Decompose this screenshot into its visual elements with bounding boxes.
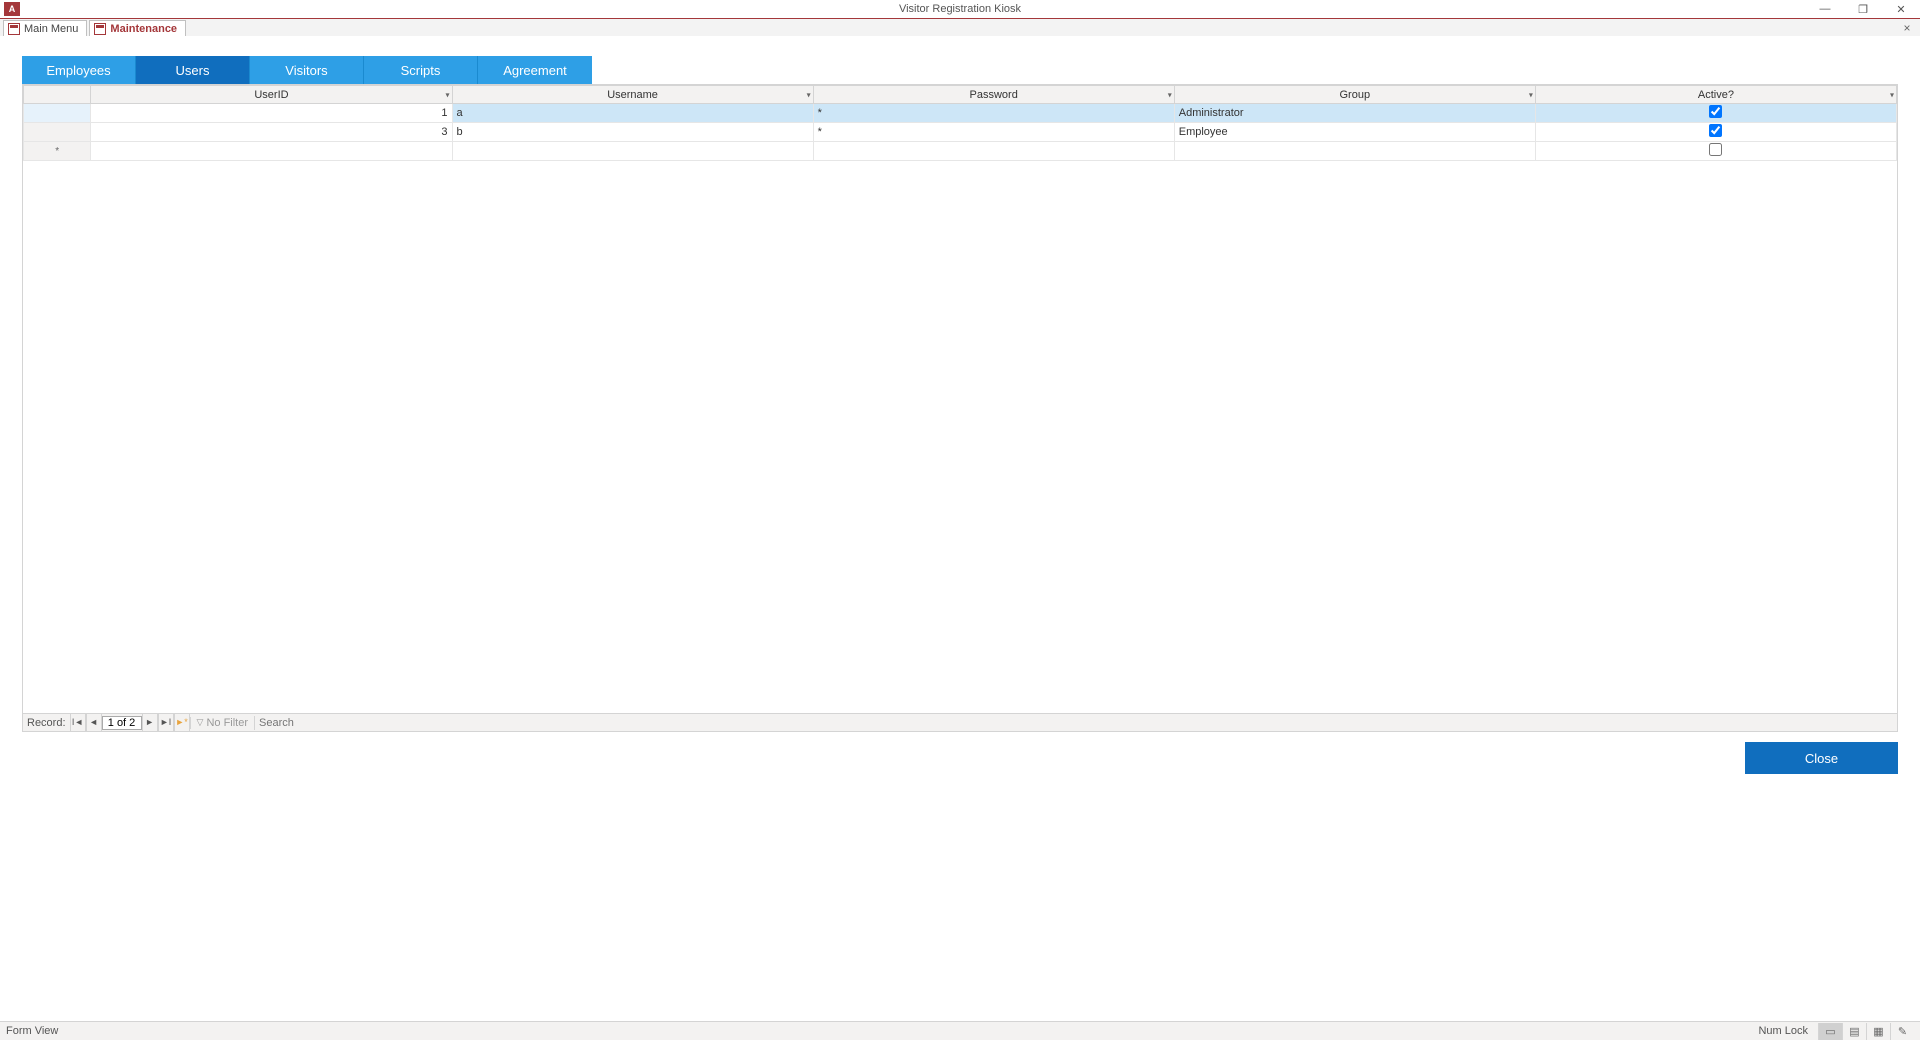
table-row[interactable]: 1 a * Administrator xyxy=(24,104,1897,123)
doc-tab-maintenance[interactable]: Maintenance xyxy=(89,20,186,36)
nav-next-button[interactable]: ► xyxy=(142,714,158,731)
cell-group[interactable]: Employee xyxy=(1174,123,1535,142)
record-position-input[interactable] xyxy=(102,716,142,730)
title-bar: A Visitor Registration Kiosk — ❐ ✕ xyxy=(0,0,1920,18)
chevron-down-icon[interactable]: ▾ xyxy=(446,90,450,99)
doc-tab-main-menu[interactable]: Main Menu xyxy=(3,20,87,36)
funnel-icon: ▽ xyxy=(197,717,204,728)
cell-userid[interactable]: 3 xyxy=(91,123,452,142)
cell-active[interactable] xyxy=(1535,123,1896,142)
form-icon xyxy=(8,23,20,35)
record-navigator: Record: I◄ ◄ ► ►I ►* ▽No Filter xyxy=(23,713,1897,731)
users-subform: UserID▾ Username▾ Password▾ Group▾ Activ… xyxy=(22,84,1898,732)
col-header-username[interactable]: Username▾ xyxy=(452,86,813,104)
maximize-button[interactable]: ❐ xyxy=(1844,0,1882,18)
cell-username[interactable]: a xyxy=(452,104,813,123)
tab-users[interactable]: Users xyxy=(136,56,250,84)
cell-group[interactable]: Administrator xyxy=(1174,104,1535,123)
cell-password[interactable]: * xyxy=(813,123,1174,142)
doc-tab-label: Maintenance xyxy=(110,23,177,35)
col-header-active[interactable]: Active?▾ xyxy=(1535,86,1896,104)
filter-indicator[interactable]: ▽No Filter xyxy=(190,717,254,729)
row-selector[interactable] xyxy=(24,104,91,123)
chevron-down-icon[interactable]: ▾ xyxy=(1529,90,1533,99)
cell-active[interactable] xyxy=(1535,104,1896,123)
cell-group[interactable] xyxy=(1174,142,1535,161)
users-grid[interactable]: UserID▾ Username▾ Password▾ Group▾ Activ… xyxy=(23,85,1897,161)
nav-first-button[interactable]: I◄ xyxy=(70,714,86,731)
view-datasheet-button[interactable]: ▤ xyxy=(1842,1023,1866,1040)
col-header-password[interactable]: Password▾ xyxy=(813,86,1174,104)
window-close-button[interactable]: ✕ xyxy=(1882,0,1920,18)
col-header-group[interactable]: Group▾ xyxy=(1174,86,1535,104)
status-left-text: Form View xyxy=(6,1025,58,1037)
tab-agreement[interactable]: Agreement xyxy=(478,56,592,84)
doc-tab-close-button[interactable]: × xyxy=(1900,21,1914,35)
cell-username[interactable]: b xyxy=(452,123,813,142)
form-area: Employees Users Visitors Scripts Agreeme… xyxy=(0,36,1920,1021)
cell-active[interactable] xyxy=(1535,142,1896,161)
active-checkbox[interactable] xyxy=(1709,143,1722,156)
view-design-button[interactable]: ✎ xyxy=(1890,1023,1914,1040)
search-input[interactable] xyxy=(254,716,314,730)
grid-empty-area xyxy=(23,161,1897,713)
cell-userid[interactable] xyxy=(91,142,452,161)
cell-password[interactable]: * xyxy=(813,104,1174,123)
close-button[interactable]: Close xyxy=(1745,742,1898,774)
app-icon: A xyxy=(4,2,20,16)
nav-last-button[interactable]: ►I xyxy=(158,714,174,731)
numlock-indicator: Num Lock xyxy=(1758,1025,1808,1037)
nav-prev-button[interactable]: ◄ xyxy=(86,714,102,731)
cell-password[interactable] xyxy=(813,142,1174,161)
chevron-down-icon[interactable]: ▾ xyxy=(807,90,811,99)
view-layout-button[interactable]: ▦ xyxy=(1866,1023,1890,1040)
chevron-down-icon[interactable]: ▾ xyxy=(1168,90,1172,99)
cell-userid[interactable]: 1 xyxy=(91,104,452,123)
inner-tab-bar: Employees Users Visitors Scripts Agreeme… xyxy=(22,56,1920,84)
record-label: Record: xyxy=(23,717,70,729)
chevron-down-icon[interactable]: ▾ xyxy=(1890,90,1894,99)
nav-new-button[interactable]: ►* xyxy=(174,714,190,731)
select-all-header[interactable] xyxy=(24,86,91,104)
table-row[interactable]: 3 b * Employee xyxy=(24,123,1897,142)
col-header-userid[interactable]: UserID▾ xyxy=(91,86,452,104)
active-checkbox[interactable] xyxy=(1709,105,1722,118)
view-form-button[interactable]: ▭ xyxy=(1818,1023,1842,1040)
row-selector-new[interactable]: * xyxy=(24,142,91,161)
active-checkbox[interactable] xyxy=(1709,124,1722,137)
close-bar: Close xyxy=(22,742,1898,774)
tab-visitors[interactable]: Visitors xyxy=(250,56,364,84)
window-title: Visitor Registration Kiosk xyxy=(899,3,1021,15)
form-icon xyxy=(94,23,106,35)
table-row-new[interactable]: * xyxy=(24,142,1897,161)
minimize-button[interactable]: — xyxy=(1806,0,1844,18)
doc-tab-label: Main Menu xyxy=(24,23,78,35)
cell-username[interactable] xyxy=(452,142,813,161)
document-tab-bar: Main Menu Maintenance × xyxy=(0,19,1920,37)
status-bar: Form View Num Lock ▭ ▤ ▦ ✎ xyxy=(0,1021,1920,1040)
tab-employees[interactable]: Employees xyxy=(22,56,136,84)
tab-scripts[interactable]: Scripts xyxy=(364,56,478,84)
row-selector[interactable] xyxy=(24,123,91,142)
